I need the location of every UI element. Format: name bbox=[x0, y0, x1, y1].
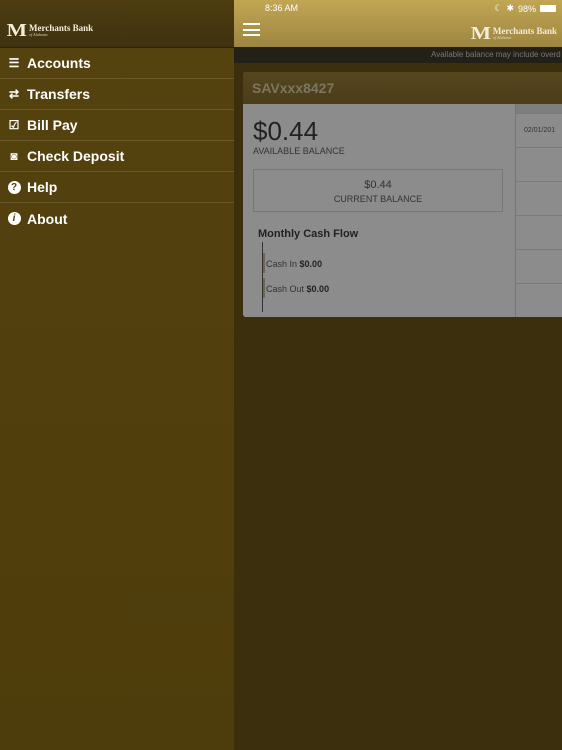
sidebar-header: M Merchants Bank of Alabama bbox=[0, 0, 234, 48]
status-bar: 8:36 AM ☾ ✱ 98% bbox=[234, 0, 562, 16]
sidebar-item-help[interactable]: ? Help bbox=[0, 172, 234, 203]
sidebar-item-label: Help bbox=[27, 179, 58, 195]
balance-notice: Available balance may include overd bbox=[234, 47, 562, 63]
accounts-icon: ☰ bbox=[8, 56, 20, 70]
sidebar-item-check-deposit[interactable]: ◙ Check Deposit bbox=[0, 141, 234, 172]
sidebar-item-bill-pay[interactable]: ☑ Bill Pay bbox=[0, 110, 234, 141]
transaction-row[interactable] bbox=[516, 148, 562, 182]
cash-in-value: $0.00 bbox=[299, 259, 323, 269]
moon-icon: ☾ bbox=[494, 3, 503, 13]
account-card[interactable]: SAVxxx8427 $0.44 AVAILABLE BALANCE $0.44… bbox=[243, 72, 562, 317]
available-balance-label: AVAILABLE BALANCE bbox=[253, 146, 345, 156]
current-balance-box: $0.44 CURRENT BALANCE bbox=[253, 169, 503, 212]
sidebar-item-label: Accounts bbox=[27, 55, 91, 71]
cash-out-value: $0.00 bbox=[306, 284, 330, 294]
cash-flow-title: Monthly Cash Flow bbox=[258, 228, 359, 240]
brand-sub: of Alabama bbox=[29, 32, 48, 37]
sidebar-item-about[interactable]: i About bbox=[0, 203, 234, 234]
transaction-row[interactable] bbox=[516, 216, 562, 250]
status-right: ☾ ✱ 98% bbox=[494, 3, 556, 14]
cash-out: Cash Out $0.00 bbox=[262, 278, 330, 298]
transactions-list: 02/01/201 bbox=[515, 104, 562, 317]
sidebar-item-transfers[interactable]: ⇄ Transfers bbox=[0, 79, 234, 110]
main-content: 8:36 AM ☾ ✱ 98% M Merchants Bank of Alabama… bbox=[234, 0, 562, 750]
cash-in: Cash In $0.00 bbox=[262, 253, 323, 273]
camera-icon: ◙ bbox=[10, 149, 18, 163]
available-balance: $0.44 bbox=[253, 116, 319, 146]
menu-button[interactable] bbox=[243, 23, 260, 36]
sidebar-item-label: Transfers bbox=[27, 86, 91, 102]
help-icon: ? bbox=[7, 180, 21, 194]
current-balance-label: CURRENT BALANCE bbox=[333, 194, 423, 204]
top-header: 8:36 AM ☾ ✱ 98% M Merchants Bank of Alabama bbox=[234, 0, 562, 47]
account-summary: $0.44 AVAILABLE BALANCE $0.44 CURRENT BA… bbox=[243, 104, 515, 317]
cash-out-label: Cash Out bbox=[266, 284, 305, 294]
info-icon: i bbox=[7, 212, 21, 226]
header-logo: M Merchants Bank of Alabama bbox=[470, 23, 557, 43]
sidebar-item-label: Bill Pay bbox=[27, 117, 78, 133]
sidebar-item-accounts[interactable]: ☰ Accounts bbox=[0, 48, 234, 79]
sidebar-item-label: About bbox=[27, 210, 68, 227]
current-balance: $0.44 bbox=[364, 179, 392, 191]
cash-in-label: Cash In bbox=[266, 259, 298, 269]
sidebar: M Merchants Bank of Alabama ☰ Accounts ⇄ Tr… bbox=[0, 0, 234, 750]
transactions-header bbox=[516, 104, 562, 114]
transaction-row[interactable] bbox=[516, 182, 562, 216]
transaction-row[interactable] bbox=[516, 250, 562, 284]
transfers-icon: ⇄ bbox=[8, 87, 20, 101]
brand-sub: of Alabama bbox=[492, 35, 512, 40]
status-time: 8:36 AM bbox=[265, 3, 299, 13]
account-name: SAVxxx8427 bbox=[243, 72, 562, 104]
transaction-row[interactable]: 02/01/201 bbox=[516, 114, 562, 148]
battery-icon bbox=[540, 5, 556, 12]
calendar-icon: ☑ bbox=[8, 118, 20, 132]
brand-logo: M Merchants Bank of Alabama bbox=[6, 20, 94, 40]
bluetooth-icon: ✱ bbox=[506, 3, 514, 13]
sidebar-item-label: Check Deposit bbox=[27, 148, 125, 164]
battery-percent: 98% bbox=[517, 3, 536, 14]
